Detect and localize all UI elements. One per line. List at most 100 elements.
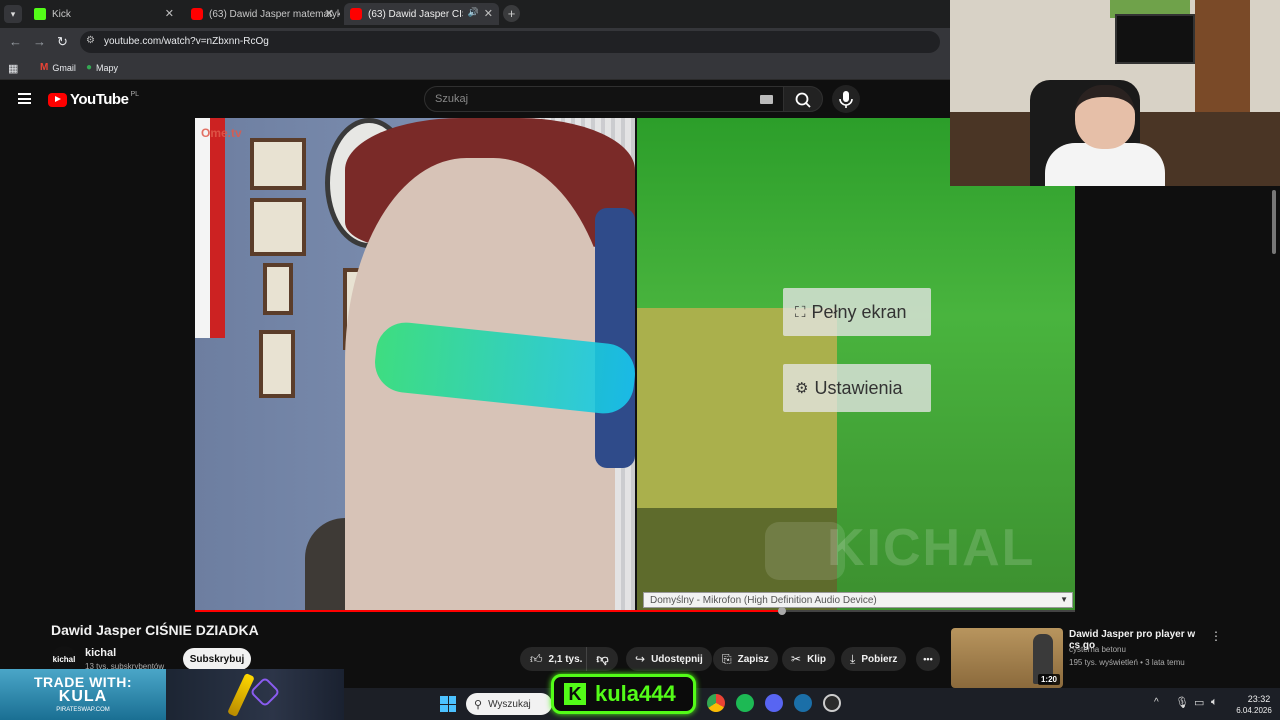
picture-frame	[259, 330, 295, 398]
streamer	[1045, 85, 1165, 186]
share-label: Udostępnij	[651, 653, 703, 665]
hexagon-logo	[249, 676, 281, 708]
related-more-icon[interactable]: ⋮	[1210, 629, 1222, 643]
tray-display-icon[interactable]: ▭	[1194, 696, 1204, 709]
flag-decoration	[195, 118, 225, 338]
chrome-icon[interactable]	[707, 694, 725, 712]
page-scrollbar[interactable]	[1272, 190, 1276, 254]
obs-icon[interactable]	[823, 694, 841, 712]
bookmark-icon: ⎘	[722, 651, 732, 666]
kick-username: kula444	[595, 681, 676, 706]
dislike-icon: 👎︎	[596, 651, 609, 666]
settings-menu-item[interactable]: ⚙ Ustawienia	[783, 364, 931, 412]
taskbar-search[interactable]: ⚲ Wyszukaj	[466, 693, 552, 715]
streamer-head	[1075, 85, 1135, 149]
browser-toolbar: ← → ↻ ⚙ youtube.com/watch?v=nZbxnn-RcOg	[0, 28, 950, 56]
promo-line2: KULA	[58, 688, 108, 705]
site-info-icon[interactable]: ⚙	[86, 35, 95, 46]
clip-button[interactable]: ✂ Klip	[782, 647, 835, 671]
save-button[interactable]: ⎘ Zapisz	[713, 647, 778, 671]
search-button[interactable]	[783, 86, 823, 112]
channel-name[interactable]: kichal	[85, 647, 116, 659]
microphone-select[interactable]: Domyślny - Mikrofon (High Definition Aud…	[643, 592, 1073, 608]
picture-frame	[263, 263, 293, 315]
subscribe-button[interactable]: Subskrybuj	[183, 648, 251, 670]
promo-line3: PIRATESWAP.COM	[56, 707, 110, 713]
more-icon: •••	[923, 654, 933, 664]
close-tab-icon[interactable]: ✕	[484, 7, 493, 20]
video-progress-bar[interactable]	[195, 610, 1075, 612]
close-tab-icon[interactable]: ✕	[165, 7, 174, 20]
tab-kick[interactable]: Kick ✕	[28, 3, 180, 25]
headphones	[595, 208, 635, 468]
room-door	[1195, 0, 1250, 120]
apps-grid-icon[interactable]: ▦	[8, 62, 18, 75]
audio-playing-icon[interactable]: 🔊	[468, 7, 479, 18]
url-text[interactable]: youtube.com/watch?v=nZbxnn-RcOg	[104, 36, 269, 47]
bookmark-mapy[interactable]: ● Mapy	[86, 62, 118, 73]
taskbar-search-label: Wyszukaj	[488, 698, 531, 710]
youtube-play-icon	[48, 92, 67, 107]
progress-scrubber[interactable]	[778, 607, 786, 615]
download-icon: ⤓	[850, 651, 856, 666]
video-player[interactable]: Ome.tv ⛶ Pełny ekran ⚙ Ustawienia KICHAL…	[195, 118, 1075, 612]
kick-logo-icon: K	[564, 683, 586, 705]
clip-label: Klip	[807, 653, 826, 665]
close-tab-icon[interactable]: ✕	[325, 7, 334, 20]
related-video-thumbnail[interactable]: 1:20	[951, 628, 1063, 688]
forward-icon[interactable]: →	[33, 34, 46, 49]
youtube-favicon-icon	[191, 8, 203, 20]
tab-search-button[interactable]: ▾	[4, 5, 22, 23]
bookmarks-bar: ▦ M Gmail ● Mapy	[0, 56, 950, 80]
tray-volume-icon[interactable]: 🔈︎	[1211, 696, 1218, 709]
tab-youtube-active[interactable]: (63) Dawid Jasper CIŚNIE D 🔊 ✕	[344, 3, 499, 25]
spotify-icon[interactable]	[736, 694, 754, 712]
tray-overflow-icon[interactable]: ^	[1154, 697, 1159, 708]
tab-youtube-matematyk[interactable]: (63) Dawid Jasper matematyk - ✕	[185, 3, 340, 25]
fullscreen-icon: ⛶	[795, 303, 806, 321]
steam-icon[interactable]	[794, 694, 812, 712]
clock-date[interactable]: 6.04.2026	[1232, 706, 1276, 715]
bookmark-gmail[interactable]: M Gmail	[40, 62, 76, 73]
discord-icon[interactable]	[765, 694, 783, 712]
tray-mic-icon[interactable]: 🎙︎	[1175, 696, 1189, 709]
tab-title: Kick	[52, 8, 71, 20]
more-actions-button[interactable]: •••	[916, 647, 940, 671]
download-label: Pobierz	[861, 653, 898, 665]
menu-item-label: Ustawienia	[814, 377, 903, 398]
maps-pin-icon: ●	[86, 62, 93, 73]
like-button[interactable]: 👍︎ 2,1 tys.	[520, 647, 595, 671]
new-tab-button[interactable]: +	[503, 5, 520, 22]
kichal-watermark: KICHAL	[765, 518, 1033, 588]
youtube-header: YouTube PL Szukaj	[0, 80, 950, 118]
share-icon: ↪	[635, 652, 646, 666]
kick-favicon-icon	[34, 8, 46, 20]
fullscreen-menu-item[interactable]: ⛶ Pełny ekran	[783, 288, 931, 336]
microphone-icon	[839, 91, 853, 108]
related-video-channel[interactable]: cysterna betonu	[1069, 645, 1126, 654]
pirateswap-promo: TRADE WITH: KULA PIRATESWAP.COM	[0, 669, 166, 720]
logo-text: YouTube	[70, 91, 129, 108]
video-title: Dawid Jasper CIŚNIE DZIADKA	[51, 622, 259, 638]
search-input[interactable]: Szukaj	[424, 86, 784, 112]
gmail-icon: M	[40, 62, 49, 73]
menu-icon[interactable]	[18, 93, 31, 104]
clock-time[interactable]: 23:32	[1244, 694, 1274, 704]
mic-device-label: Domyślny - Mikrofon (High Definition Aud…	[650, 595, 877, 606]
browser-tab-bar: ▾ Kick ✕ (63) Dawid Jasper matematyk - ✕…	[0, 0, 950, 28]
dropdown-arrow-icon: ▼	[1060, 595, 1068, 604]
search-icon: ⚲	[474, 698, 483, 711]
youtube-logo[interactable]: YouTube PL	[48, 91, 139, 108]
download-button[interactable]: ⤓ Pobierz	[841, 647, 907, 671]
windows-start-icon[interactable]	[440, 696, 456, 712]
share-button[interactable]: ↪ Udostępnij	[626, 647, 712, 671]
address-bar[interactable]: ⚙ youtube.com/watch?v=nZbxnn-RcOg	[80, 31, 940, 53]
search-placeholder: Szukaj	[435, 93, 469, 105]
voice-search-button[interactable]	[832, 85, 860, 113]
country-code: PL	[130, 91, 139, 98]
back-icon[interactable]: ←	[9, 34, 22, 49]
keyboard-icon[interactable]	[760, 95, 773, 104]
progress-fill	[195, 610, 781, 612]
reload-icon[interactable]: ↻	[57, 34, 68, 50]
dislike-button[interactable]: 👎︎	[586, 647, 618, 671]
